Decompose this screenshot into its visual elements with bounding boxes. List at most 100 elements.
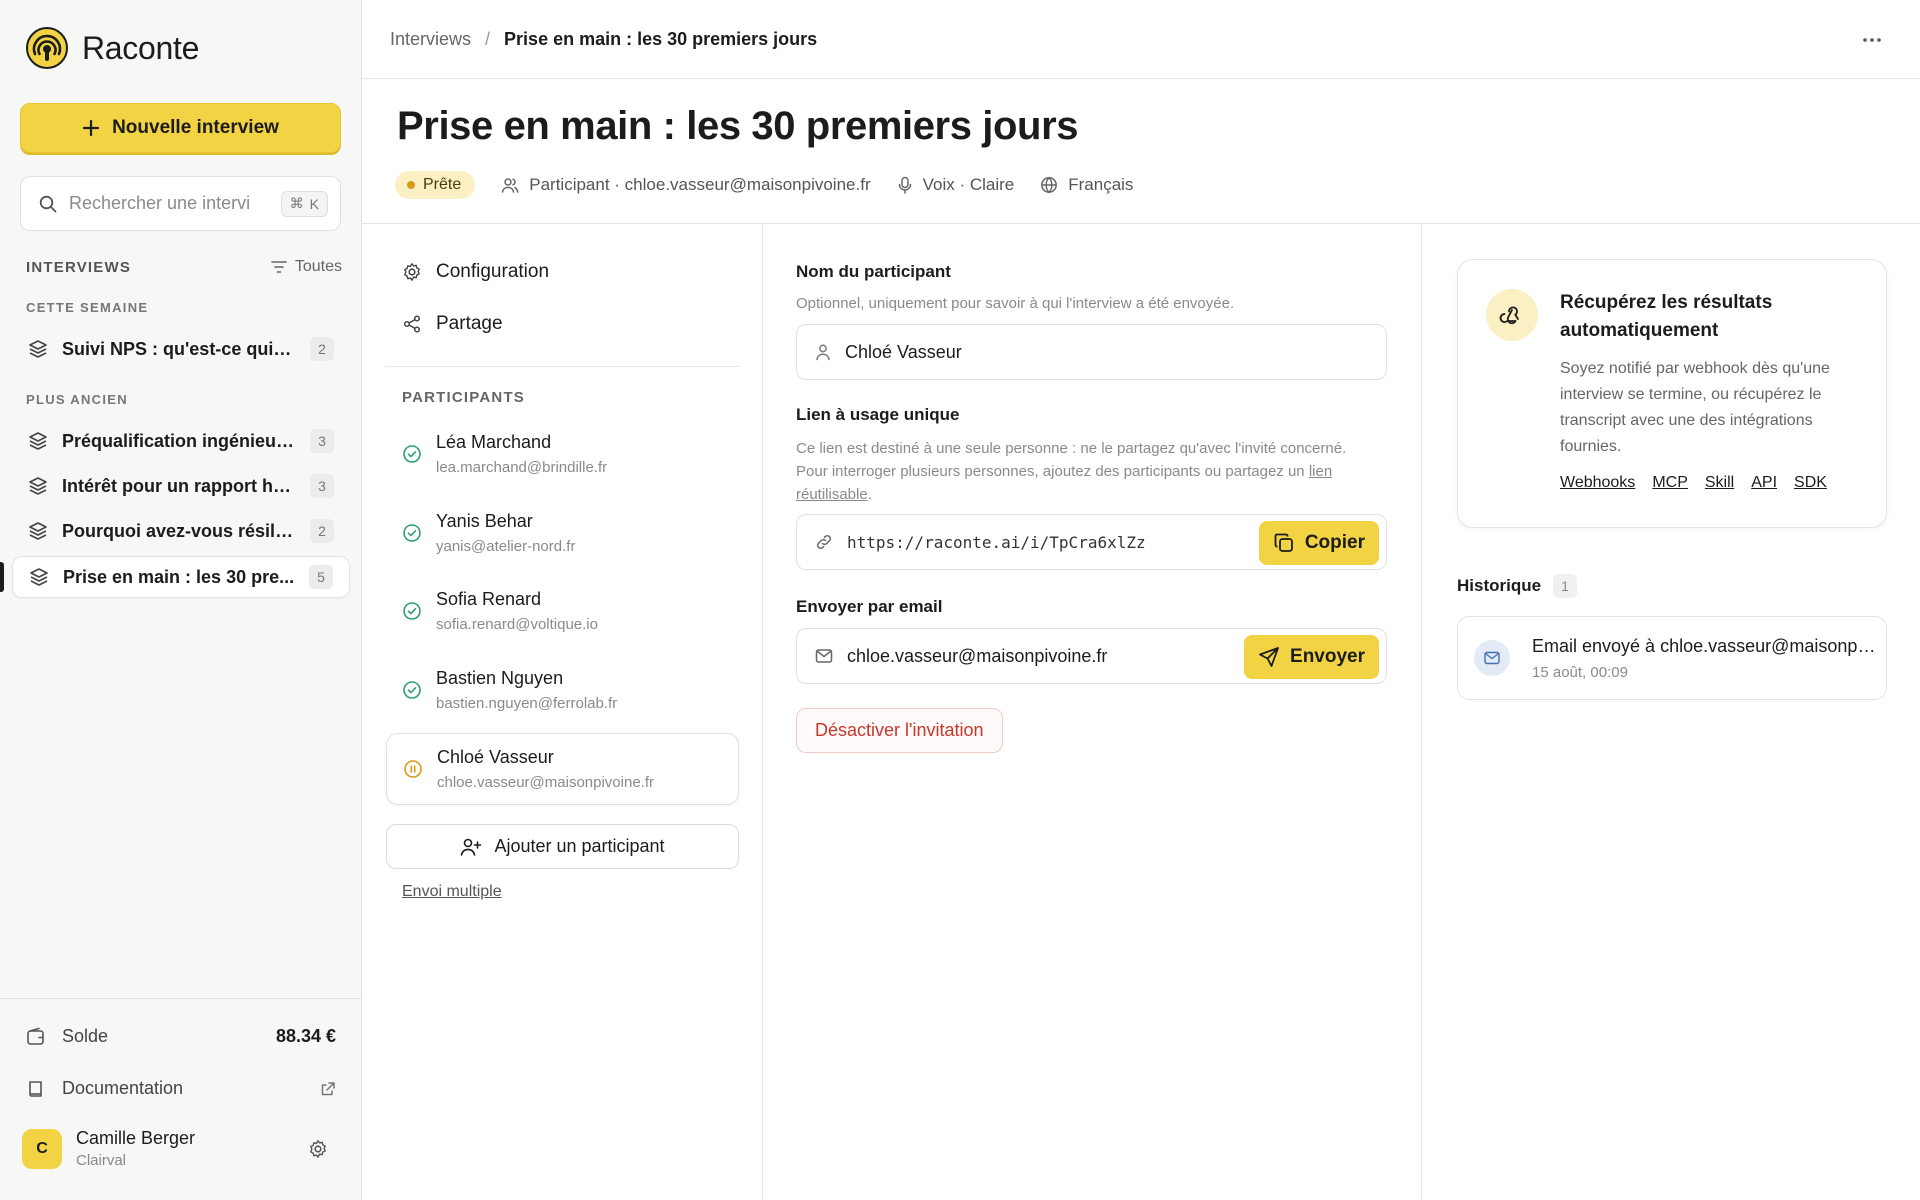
balance-label: Solde	[62, 1026, 109, 1046]
user-name: Camille Berger	[76, 1128, 196, 1148]
link-api[interactable]: API	[1751, 474, 1777, 492]
history-item-text: Email envoyé à chloe.vasseur@maisonpivoi…	[1532, 636, 1877, 681]
sidebar-item-engineer-prequal[interactable]: Préqualification ingénieur ... 3	[12, 420, 350, 462]
top-bar: Interviews / Prise en main : les 30 prem…	[362, 0, 1920, 79]
filter-button[interactable]: Toutes	[271, 258, 342, 276]
interviews-section-title: INTERVIEWS	[26, 258, 132, 276]
documentation-link[interactable]: Documentation	[26, 1078, 336, 1099]
gear-icon[interactable]	[308, 1139, 328, 1159]
history-item-date: 15 août, 00:09	[1532, 663, 1628, 681]
user-info: Camille Berger Clairval	[76, 1128, 195, 1169]
interviews-section-header: INTERVIEWS Toutes	[26, 258, 342, 276]
check-circle-icon	[402, 444, 422, 464]
single-use-link-label: Lien à usage unique	[796, 405, 960, 424]
add-participant-button[interactable]: Ajouter un participant	[386, 824, 739, 869]
send-email-field[interactable]: chloe.vasseur@maisonpivoine.fr Envoyer	[796, 628, 1387, 684]
sidebar-item-onboarding-30-days[interactable]: Prise en main : les 30 pre... 5	[12, 556, 350, 598]
participant-item[interactable]: Yanis Behar yanis@atelier-nord.fr	[386, 497, 739, 569]
sidebar-divider	[0, 998, 362, 999]
search-icon	[39, 195, 57, 213]
participant-name: Bastien Nguyen	[436, 668, 564, 688]
sidebar-item-report-interest[interactable]: Intérêt pour un rapport he... 3	[12, 465, 350, 507]
sidebar-item-count: 2	[310, 519, 334, 543]
raconte-logo-icon	[26, 27, 68, 69]
participant-text: Yanis Behar yanis@atelier-nord.fr	[436, 511, 575, 555]
participant-name: Léa Marchand	[436, 432, 552, 452]
brand[interactable]: Raconte	[26, 27, 199, 69]
participant-item-selected[interactable]: Chloé Vasseur chloe.vasseur@maisonpivoin…	[386, 733, 739, 805]
language-meta: Français	[1040, 175, 1133, 195]
link-sdk[interactable]: SDK	[1794, 474, 1827, 492]
participant-email: bastien.nguyen@ferrolab.fr	[436, 695, 618, 712]
globe-icon	[1040, 176, 1058, 194]
link-help-end: .	[867, 486, 872, 503]
sidebar-item-churn-reasons[interactable]: Pourquoi avez-vous résilié ? 2	[12, 510, 350, 552]
participant-name-field[interactable]: Chloé Vasseur	[796, 324, 1387, 380]
participant-item[interactable]: Bastien Nguyen bastien.nguyen@ferrolab.f…	[386, 654, 739, 726]
group-label-older: PLUS ANCIEN	[26, 392, 128, 407]
participant-meta: Participant · chloe.vasseur@maisonpivoin…	[501, 175, 871, 195]
send-email-value: chloe.vasseur@maisonpivoine.fr	[847, 645, 1108, 666]
integrations-card: Récupérez les résultats automatiquement …	[1457, 259, 1887, 528]
more-options-icon[interactable]	[1860, 28, 1884, 52]
pause-circle-icon	[403, 759, 423, 779]
user-org: Clairval	[76, 1152, 127, 1169]
sidebar-item-label: Pourquoi avez-vous résilié ?	[62, 520, 296, 541]
voice-meta-label: Voix · Claire	[922, 175, 1015, 194]
deactivate-invitation-button[interactable]: Désactiver l'invitation	[796, 708, 1003, 753]
balance-value: 88.34 €	[275, 1026, 336, 1046]
copy-button[interactable]: Copier	[1258, 521, 1379, 565]
participant-email: yanis@atelier-nord.fr	[436, 538, 576, 555]
sidebar-item-count: 2	[310, 337, 334, 361]
avatar: C	[22, 1128, 62, 1169]
search-box[interactable]: ⌘ K	[20, 176, 341, 231]
menu-sharing-label: Partage	[436, 313, 503, 334]
menu-sharing[interactable]: Partage	[402, 313, 503, 335]
new-interview-label: Nouvelle interview	[112, 117, 279, 138]
check-circle-icon	[402, 601, 422, 621]
integrations-title: Récupérez les résultats automatiquement	[1560, 292, 1773, 341]
balance-row[interactable]: Solde 88.34 €	[26, 1026, 336, 1047]
wallet-icon	[26, 1027, 46, 1047]
single-use-link-field[interactable]: https://raconte.ai/i/TpCra6xlZz Copier	[796, 514, 1387, 570]
share-icon	[402, 314, 422, 334]
mail-icon	[815, 648, 833, 664]
link-webhooks[interactable]: Webhooks	[1560, 474, 1635, 492]
participant-item[interactable]: Sofia Renard sofia.renard@voltique.io	[386, 575, 739, 647]
link-skill[interactable]: Skill	[1705, 474, 1734, 492]
menu-configuration-label: Configuration	[436, 261, 550, 282]
menu-configuration[interactable]: Configuration	[402, 261, 549, 283]
breadcrumb-interviews[interactable]: Interviews	[390, 29, 471, 50]
sidebar-item-count: 3	[310, 429, 334, 453]
sidebar-item-label: Préqualification ingénieur ...	[62, 430, 296, 451]
participant-meta-label: Participant · chloe.vasseur@maisonpivoin…	[529, 175, 871, 194]
participant-text: Chloé Vasseur chloe.vasseur@maisonpivoin…	[437, 747, 654, 791]
user-profile[interactable]: C Camille Berger Clairval	[22, 1128, 338, 1169]
copy-label: Copier	[1304, 532, 1365, 553]
book-icon	[26, 1079, 46, 1099]
breadcrumb-current: Prise en main : les 30 premiers jours	[504, 28, 818, 49]
history-count: 1	[1553, 574, 1578, 598]
user-icon	[815, 343, 831, 361]
layers-icon	[28, 339, 48, 359]
layers-icon	[28, 521, 48, 541]
mail-icon	[1474, 640, 1510, 676]
search-input[interactable]	[69, 193, 259, 214]
send-button[interactable]: Envoyer	[1244, 635, 1379, 679]
sidebar-item-nps-followup[interactable]: Suivi NPS : qu'est-ce qui f... 2	[12, 328, 350, 370]
page-title: Prise en main : les 30 premiers jours	[397, 104, 1079, 148]
participant-name: Sofia Renard	[436, 589, 542, 609]
link-mcp[interactable]: MCP	[1652, 474, 1688, 492]
history-item[interactable]: Email envoyé à chloe.vasseur@maisonpivoi…	[1457, 616, 1887, 700]
external-link-icon	[320, 1081, 336, 1097]
history-title: Historique	[1457, 576, 1542, 595]
sidebar-item-label: Intérêt pour un rapport he...	[62, 475, 296, 496]
participant-item[interactable]: Léa Marchand lea.marchand@brindille.fr	[386, 418, 739, 490]
check-circle-icon	[402, 680, 422, 700]
new-interview-button[interactable]: Nouvelle interview	[20, 103, 341, 153]
send-label: Envoyer	[1290, 646, 1365, 667]
menu-divider	[386, 366, 739, 367]
history-header: Historique 1	[1457, 574, 1578, 598]
single-use-link-help: Ce lien est destiné à une seule personne…	[796, 437, 1386, 506]
bulk-send-link[interactable]: Envoi multiple	[402, 883, 502, 901]
